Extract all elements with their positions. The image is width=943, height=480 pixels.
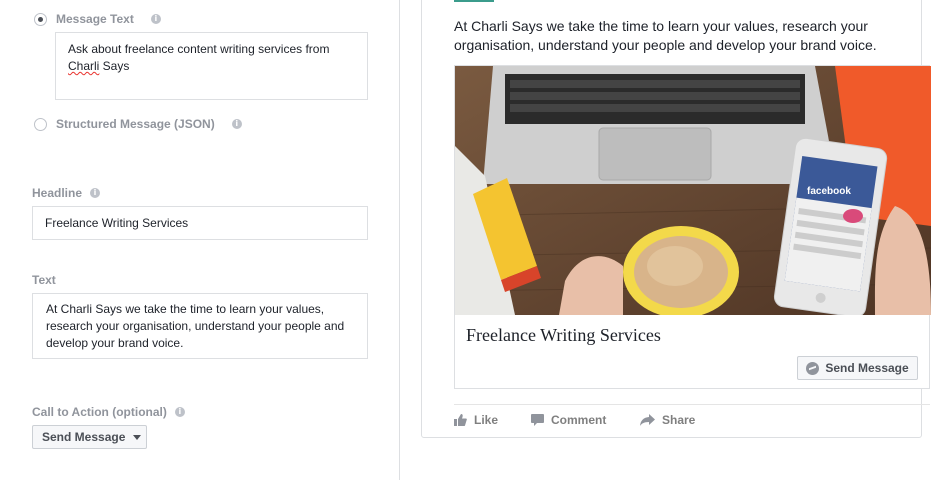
send-message-button[interactable]: Send Message	[797, 356, 918, 380]
radio-icon[interactable]	[34, 12, 47, 26]
headline-input[interactable]: Freelance Writing Services	[32, 206, 368, 240]
share-button[interactable]: Share	[640, 411, 695, 429]
like-icon	[454, 414, 467, 426]
post-card: At Charli Says we take the time to learn…	[421, 0, 931, 438]
ad-editor-panel: Message Text i Ask about freelance conte…	[0, 0, 400, 480]
info-icon[interactable]: i	[174, 407, 185, 417]
attachment-image: facebook	[455, 66, 931, 315]
comment-label: Comment	[551, 413, 607, 427]
headline-label-text: Headline	[32, 186, 83, 200]
post-text: At Charli Says we take the time to learn…	[454, 18, 877, 53]
structured-message-label: Structured Message (JSON)	[56, 117, 215, 131]
actions-divider	[454, 404, 930, 405]
like-label: Like	[474, 413, 499, 427]
text-label-text: Text	[32, 273, 56, 287]
info-icon[interactable]: i	[231, 119, 242, 129]
cta-selected-value: Send Message	[42, 430, 126, 444]
message-text-value-part1: Ask about freelance content writing serv…	[68, 42, 330, 56]
attachment-title[interactable]: Freelance Writing Services	[466, 325, 661, 346]
cta-label-text: Call to Action (optional)	[32, 405, 167, 419]
message-text-misspelled: Charli	[68, 59, 100, 73]
radio-icon[interactable]	[34, 117, 47, 131]
text-textarea[interactable]: At Charli Says we take the time to learn…	[32, 293, 368, 359]
message-text-value-part2: Says	[99, 59, 130, 73]
message-text-option[interactable]: Message Text i	[34, 12, 161, 26]
share-icon	[640, 414, 655, 426]
like-button[interactable]: Like	[454, 411, 531, 429]
text-label: Text	[32, 273, 56, 287]
share-label: Share	[662, 413, 696, 427]
send-message-label: Send Message	[825, 361, 909, 375]
phone-brand-text: facebook	[807, 186, 851, 197]
headline-label: Headline i	[32, 186, 101, 200]
structured-message-option[interactable]: Structured Message (JSON) i	[34, 117, 242, 131]
message-text-field[interactable]: Ask about freelance content writing serv…	[55, 32, 368, 100]
caret-down-icon	[133, 434, 142, 440]
laptop-phone-coffee-illustration: facebook	[455, 66, 931, 315]
link-attachment[interactable]: facebook Freelance Writing Services Send…	[454, 65, 931, 389]
post-actions: Like Comment Share	[454, 411, 695, 429]
page-avatar-stub	[454, 0, 494, 2]
info-icon[interactable]: i	[90, 188, 101, 198]
message-text-label: Message Text	[56, 12, 134, 26]
comment-icon	[531, 414, 544, 426]
info-icon[interactable]: i	[150, 14, 161, 24]
cta-dropdown[interactable]: Send Message	[32, 425, 147, 449]
comment-button[interactable]: Comment	[531, 411, 640, 429]
cta-label: Call to Action (optional) i	[32, 405, 185, 419]
messenger-icon	[806, 361, 820, 375]
ad-preview-panel: At Charli Says we take the time to learn…	[401, 0, 943, 480]
